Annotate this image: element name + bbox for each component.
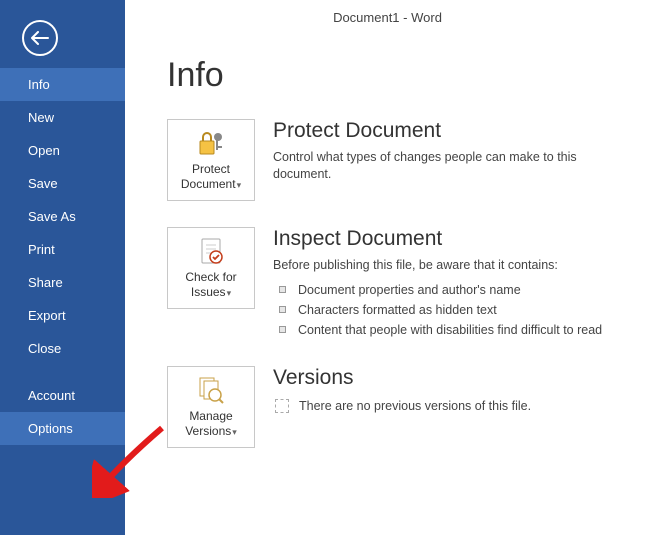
tile-label-line2: Versions bbox=[185, 424, 231, 438]
tile-label-line1: Manage bbox=[189, 409, 232, 423]
main-panel: Document1 - Word Info Protect Document▾ bbox=[125, 0, 650, 535]
nav-export[interactable]: Export bbox=[0, 299, 125, 332]
nav-account[interactable]: Account bbox=[0, 379, 125, 412]
page-title: Info bbox=[167, 56, 650, 95]
tile-label-line2: Document bbox=[181, 177, 236, 191]
nav-primary: Info New Open Save Save As Print Share E… bbox=[0, 68, 125, 445]
nav-open[interactable]: Open bbox=[0, 134, 125, 167]
nav-info[interactable]: Info bbox=[0, 68, 125, 101]
back-button[interactable] bbox=[22, 20, 58, 56]
list-item: Document properties and author's name bbox=[273, 280, 634, 300]
bullet-icon bbox=[279, 286, 286, 293]
tile-label-line2: Issues bbox=[191, 285, 226, 299]
protect-document-button[interactable]: Protect Document▾ bbox=[167, 119, 255, 201]
nav-print[interactable]: Print bbox=[0, 233, 125, 266]
bullet-text: Content that people with disabilities fi… bbox=[298, 320, 602, 340]
versions-empty-text: There are no previous versions of this f… bbox=[299, 396, 531, 416]
tile-label-line1: Check for bbox=[185, 270, 236, 284]
document-versions-icon bbox=[196, 375, 226, 405]
list-item: Content that people with disabilities fi… bbox=[273, 320, 634, 340]
tile-label-line1: Protect bbox=[192, 162, 230, 176]
chevron-down-icon: ▾ bbox=[232, 427, 237, 437]
nav-save-as[interactable]: Save As bbox=[0, 200, 125, 233]
protect-title: Protect Document bbox=[273, 119, 634, 143]
nav-options[interactable]: Options bbox=[0, 412, 125, 445]
inspect-title: Inspect Document bbox=[273, 227, 634, 251]
document-check-icon bbox=[196, 236, 226, 266]
nav-save[interactable]: Save bbox=[0, 167, 125, 200]
bullet-text: Characters formatted as hidden text bbox=[298, 300, 497, 320]
no-versions-icon bbox=[275, 399, 289, 413]
section-versions: Manage Versions▾ Versions There are no p… bbox=[167, 366, 650, 448]
bullet-icon bbox=[279, 306, 286, 313]
manage-versions-button[interactable]: Manage Versions▾ bbox=[167, 366, 255, 448]
list-item: Characters formatted as hidden text bbox=[273, 300, 634, 320]
inspect-issues-list: Document properties and author's name Ch… bbox=[273, 280, 634, 340]
backstage-sidebar: Info New Open Save Save As Print Share E… bbox=[0, 0, 125, 535]
bullet-icon bbox=[279, 326, 286, 333]
protect-desc: Control what types of changes people can… bbox=[273, 149, 634, 183]
versions-title: Versions bbox=[273, 366, 634, 390]
inspect-desc: Before publishing this file, be aware th… bbox=[273, 257, 634, 274]
versions-empty: There are no previous versions of this f… bbox=[273, 396, 634, 416]
nav-new[interactable]: New bbox=[0, 101, 125, 134]
nav-close[interactable]: Close bbox=[0, 332, 125, 365]
check-for-issues-button[interactable]: Check for Issues▾ bbox=[167, 227, 255, 309]
arrow-left-icon bbox=[31, 31, 49, 45]
lock-key-icon bbox=[196, 128, 226, 158]
nav-share[interactable]: Share bbox=[0, 266, 125, 299]
bullet-text: Document properties and author's name bbox=[298, 280, 521, 300]
section-protect: Protect Document▾ Protect Document Contr… bbox=[167, 119, 650, 201]
chevron-down-icon: ▾ bbox=[227, 288, 232, 298]
section-inspect: Check for Issues▾ Inspect Document Befor… bbox=[167, 227, 650, 340]
chevron-down-icon: ▾ bbox=[237, 180, 242, 190]
window-title: Document1 - Word bbox=[125, 0, 650, 34]
